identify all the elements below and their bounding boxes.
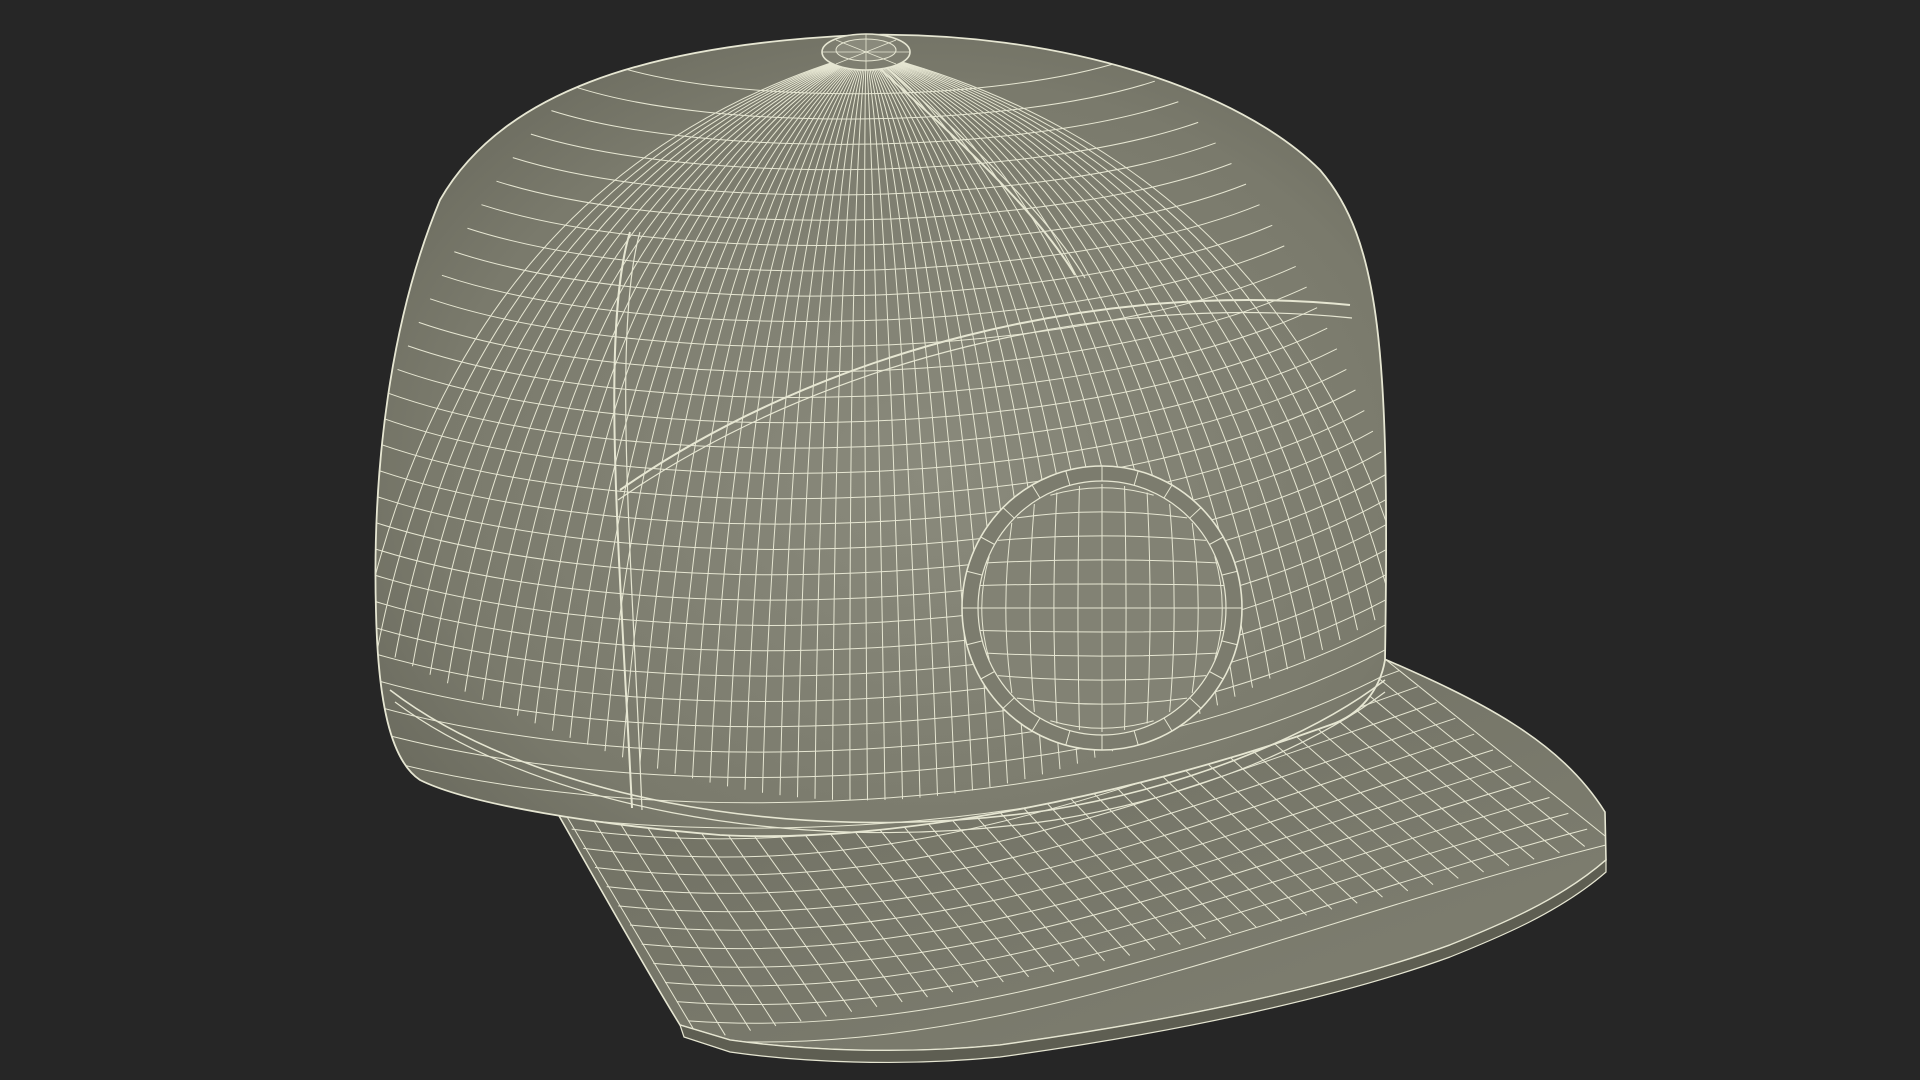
cap-render [374,33,1607,1064]
cap-front-patch [961,465,1243,751]
render-viewport [0,0,1920,1080]
cap-top-button [821,33,911,71]
